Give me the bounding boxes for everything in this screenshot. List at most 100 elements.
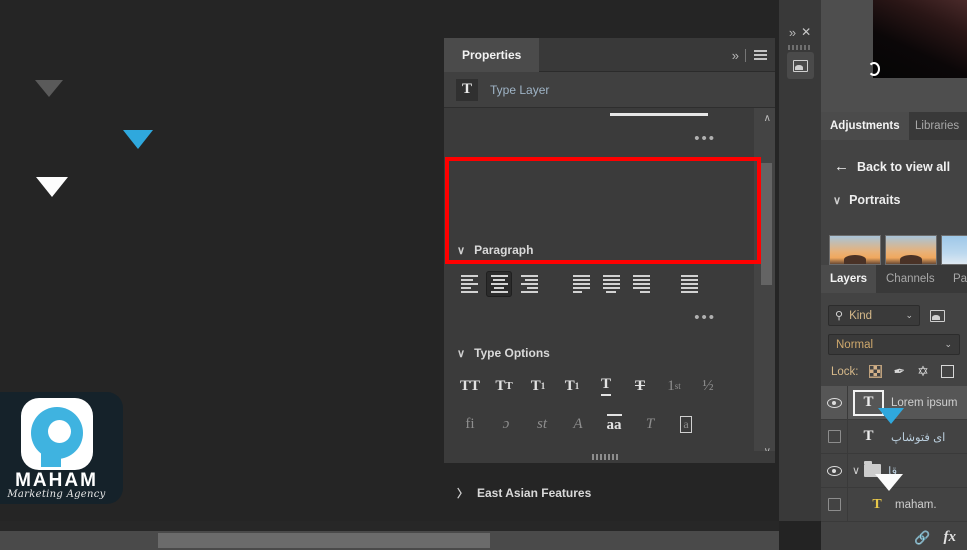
paragraph-alignment-row: [444, 271, 754, 297]
panel-drag-handle[interactable]: [610, 113, 708, 116]
gray-down-arrow: [35, 80, 63, 97]
layer-row-maham[interactable]: T maham.: [821, 488, 967, 522]
expand-dock-icon[interactable]: »: [789, 25, 796, 40]
properties-panel: Properties » T Type Layer ••• ∨ Paragrap…: [444, 38, 775, 500]
ornaments-button[interactable]: a: [672, 411, 700, 437]
group-expand-chevron-icon[interactable]: ∨: [852, 464, 860, 477]
chevron-down-icon: ∨: [457, 347, 466, 360]
portraits-group-header[interactable]: ∨ Portraits: [821, 175, 967, 207]
tab-layers[interactable]: Layers: [821, 265, 877, 293]
logo-tail-icon: [41, 447, 61, 467]
all-caps-button[interactable]: TT: [456, 373, 484, 399]
photo-library-icon[interactable]: [787, 52, 814, 79]
small-caps-button[interactable]: TT: [490, 373, 518, 399]
justify-all-button[interactable]: [676, 271, 702, 297]
ordinals-button[interactable]: 1st: [660, 373, 688, 399]
stylistic-alternates-button[interactable]: T: [636, 411, 664, 437]
white-cursor-arrow: [875, 474, 903, 491]
tab-adjustments[interactable]: Adjustments: [821, 112, 909, 140]
properties-scrollbar-track[interactable]: ∧ ∨: [754, 108, 775, 463]
preset-thumb-1[interactable]: [829, 235, 881, 265]
preset-thumb-2[interactable]: [885, 235, 937, 265]
contextual-alternates-button[interactable]: st: [528, 411, 556, 437]
lock-image-pixels-button[interactable]: ✒: [891, 362, 908, 380]
type-options-section-title: Type Options: [474, 346, 550, 360]
lock-artboard-button[interactable]: [940, 364, 955, 379]
superscript-button[interactable]: T1: [524, 373, 552, 399]
subscript-button[interactable]: T1: [558, 373, 586, 399]
panel-resize-grip[interactable]: [592, 454, 620, 460]
tab-properties[interactable]: Properties: [444, 38, 540, 72]
blend-mode-value: Normal: [836, 338, 874, 351]
scroll-up-icon[interactable]: ∧: [764, 113, 771, 124]
justify-last-center-button[interactable]: [598, 271, 624, 297]
dark-red-gradient-swatch: [873, 0, 967, 78]
back-to-view-all-label: Back to view all: [857, 159, 951, 174]
east-asian-features-title: East Asian Features: [477, 486, 592, 500]
align-left-button[interactable]: [456, 271, 482, 297]
layer-filter-row: ⚲ Kind ⌄: [821, 293, 967, 326]
properties-overflow-dots[interactable]: •••: [694, 130, 716, 147]
layer-visibility-toggle[interactable]: [821, 488, 848, 521]
tab-properties-label: Properties: [462, 48, 522, 62]
link-layers-icon[interactable]: 🔗: [914, 530, 930, 546]
justify-last-left-button[interactable]: [568, 271, 594, 297]
dock-drag-grip[interactable]: [788, 45, 812, 50]
properties-type-layer-row: T Type Layer: [444, 72, 775, 108]
properties-scrollbar-thumb[interactable]: [761, 163, 772, 285]
strikethrough-button[interactable]: T: [626, 373, 654, 399]
layer-visibility-toggle[interactable]: [821, 454, 848, 487]
lock-transparent-pixels-button[interactable]: [868, 364, 883, 379]
type-options-section-header[interactable]: ∨ Type Options: [444, 341, 754, 365]
image-filter-icon[interactable]: [926, 305, 948, 326]
align-right-button[interactable]: [516, 271, 542, 297]
logo-tagline: Marketing Agency: [7, 489, 106, 500]
layer-styles-icon[interactable]: fx: [944, 529, 957, 546]
paragraph-section-header[interactable]: ∨ Paragraph: [444, 238, 754, 262]
tab-libraries[interactable]: Libraries: [906, 112, 967, 140]
type-options-row-1: TT TT T1 T1 T T 1st ½: [444, 373, 754, 399]
close-icon[interactable]: ✕: [801, 25, 811, 39]
layer-name[interactable]: Lorem ipsum: [891, 397, 957, 409]
titling-alternates-button[interactable]: aa: [600, 411, 628, 437]
layer-visibility-toggle[interactable]: [821, 386, 848, 419]
layer-name[interactable]: maham.: [895, 499, 937, 511]
adjustments-body: ← Back to view all ∨ Portraits: [821, 140, 967, 265]
tab-paths[interactable]: Pa: [944, 265, 967, 293]
panel-menu-icon[interactable]: [754, 50, 767, 60]
blend-mode-select[interactable]: Normal ⌄: [828, 334, 960, 355]
chevron-down-icon: ⌄: [944, 339, 952, 349]
missing-font-warning-icon[interactable]: T: [866, 497, 888, 513]
fractions-button[interactable]: ½: [694, 373, 722, 399]
properties-footer: [444, 451, 775, 463]
layer-name[interactable]: ای فتوشاپ: [891, 430, 945, 444]
layer-thumbnail[interactable]: T: [853, 424, 884, 450]
east-asian-features-header[interactable]: 〉 East Asian Features: [444, 481, 754, 505]
tab-channels[interactable]: Channels: [877, 265, 944, 293]
library-glyph: [793, 59, 808, 72]
justify-last-right-button[interactable]: [628, 271, 654, 297]
layer-row-persian-text[interactable]: T ای فتوشاپ: [821, 420, 967, 454]
lock-position-button[interactable]: ✡: [916, 363, 931, 379]
preset-thumb-3[interactable]: [941, 235, 967, 265]
image-glyph: [929, 309, 945, 322]
paragraph-overflow-dots[interactable]: •••: [694, 309, 716, 326]
layer-list: T Lorem ipsum T ای فتوشاپ ∨ قا T maham.: [821, 386, 967, 522]
discretionary-ligatures-button[interactable]: ɔ: [492, 411, 520, 437]
standard-ligatures-button[interactable]: fi: [456, 411, 484, 437]
swatch-corner-marker: [868, 62, 880, 76]
align-center-button[interactable]: [486, 271, 512, 297]
layer-kind-filter[interactable]: ⚲ Kind ⌄: [828, 305, 920, 326]
search-icon: ⚲: [835, 310, 844, 322]
layers-tabbar: Layers Channels Pa: [821, 265, 967, 293]
expand-panels-icon[interactable]: »: [732, 48, 739, 63]
underline-button[interactable]: T: [592, 373, 620, 399]
back-to-view-all-button[interactable]: ← Back to view all: [821, 140, 967, 175]
eye-icon: [826, 465, 842, 476]
tab-libraries-label: Libraries: [915, 120, 960, 132]
layer-visibility-toggle[interactable]: [821, 420, 848, 453]
logo-mark-icon: [21, 398, 93, 470]
swash-button[interactable]: A: [564, 411, 592, 437]
horizontal-scrollbar-thumb[interactable]: [158, 533, 490, 548]
paragraph-section: ∨ Paragraph •••: [444, 238, 754, 326]
